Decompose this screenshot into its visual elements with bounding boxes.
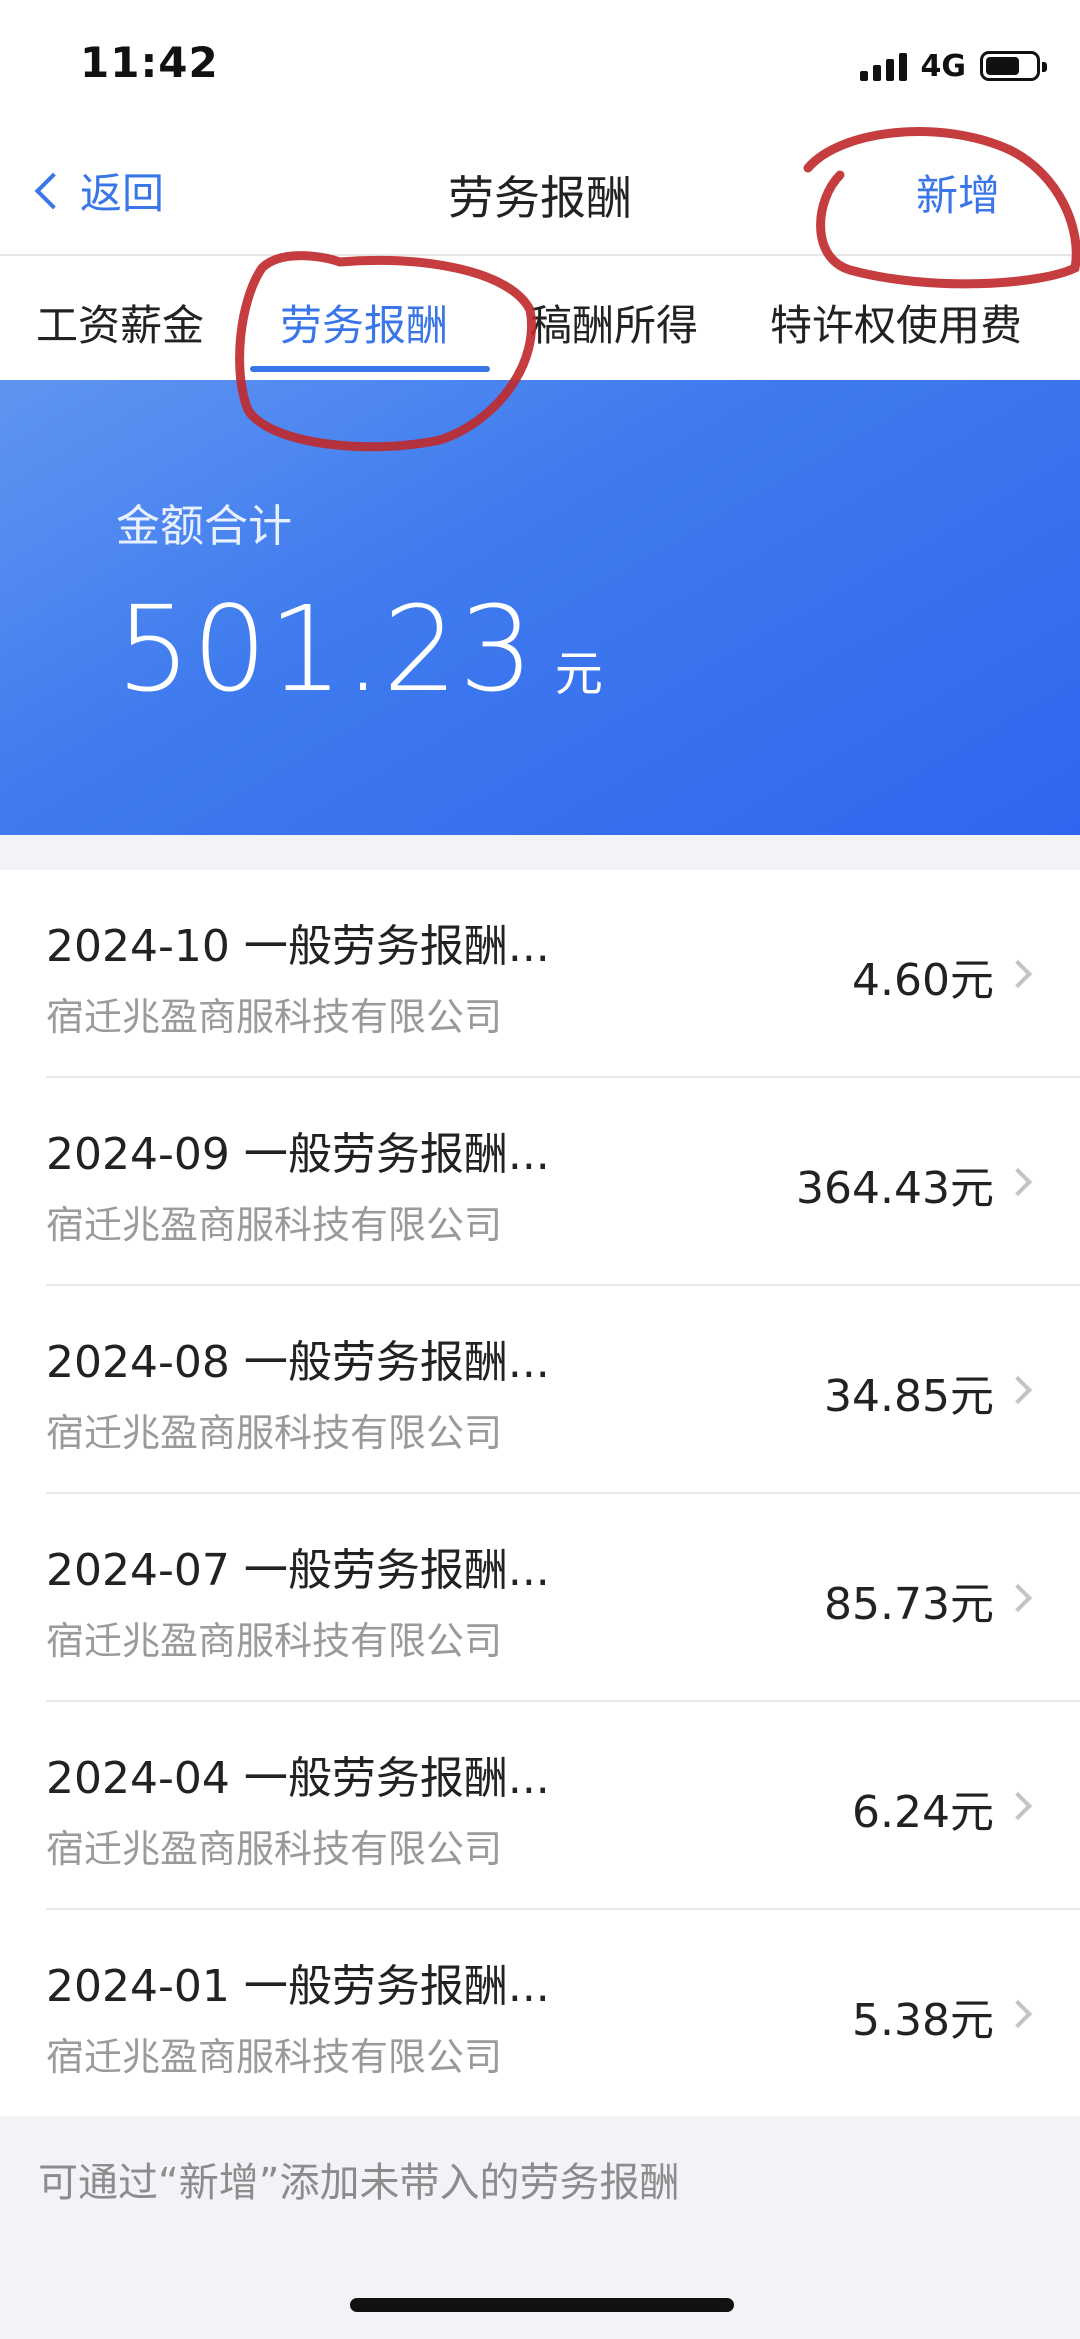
chevron-right-icon	[1003, 1375, 1033, 1405]
footer-hint: 可通过“新增”添加未带入的劳务报酬	[38, 2160, 680, 2206]
record-amount: 6.24元	[852, 1787, 994, 1838]
nav-bar: 返回 劳务报酬 新增	[0, 130, 1080, 256]
category-tabs: 工资薪金 劳务报酬 稿酬所得 特许权使用费	[0, 256, 1080, 380]
record-list: 2024-10 一般劳务报酬... 宿迁兆盈商服科技有限公司 4.60元 202…	[0, 870, 1080, 2116]
record-company: 宿迁兆盈商服科技有限公司	[46, 1827, 503, 1871]
record-company: 宿迁兆盈商服科技有限公司	[46, 1203, 503, 1247]
add-button[interactable]: 新增	[916, 162, 1000, 223]
record-title: 2024-01 一般劳务报酬...	[46, 1961, 550, 2012]
summary-value: 501.23	[116, 580, 535, 718]
record-amount: 5.38元	[852, 1995, 994, 2046]
tab-author-remuneration[interactable]: 稿酬所得	[530, 292, 698, 353]
status-icons: 4G	[859, 46, 1047, 86]
chevron-right-icon	[1003, 959, 1033, 989]
record-amount: 85.73元	[824, 1579, 994, 1630]
chevron-right-icon	[1003, 1583, 1033, 1613]
tab-royalties[interactable]: 特许权使用费	[770, 292, 1022, 353]
list-item[interactable]: 2024-08 一般劳务报酬... 宿迁兆盈商服科技有限公司 34.85元	[46, 1286, 1080, 1494]
list-item[interactable]: 2024-07 一般劳务报酬... 宿迁兆盈商服科技有限公司 85.73元	[46, 1494, 1080, 1702]
status-time: 11:42	[80, 38, 219, 87]
battery-icon	[980, 51, 1047, 81]
tab-labor-remuneration[interactable]: 劳务报酬	[280, 292, 448, 353]
record-title: 2024-09 一般劳务报酬...	[46, 1129, 550, 1180]
home-indicator	[350, 2298, 734, 2312]
summary-amount: 501.23 元	[116, 580, 603, 718]
summary-label: 金额合计	[116, 501, 292, 552]
chevron-right-icon	[1003, 1167, 1033, 1197]
signal-icon	[859, 51, 907, 81]
list-item[interactable]: 2024-10 一般劳务报酬... 宿迁兆盈商服科技有限公司 4.60元	[46, 870, 1080, 1078]
record-company: 宿迁兆盈商服科技有限公司	[46, 2035, 503, 2079]
summary-unit: 元	[554, 646, 603, 702]
record-amount: 34.85元	[824, 1371, 994, 1422]
network-type: 4G	[920, 48, 967, 84]
tab-salary[interactable]: 工资薪金	[36, 292, 204, 353]
record-company: 宿迁兆盈商服科技有限公司	[46, 1619, 503, 1663]
summary-banner: 金额合计 501.23 元	[0, 380, 1080, 835]
record-company: 宿迁兆盈商服科技有限公司	[46, 995, 503, 1039]
record-title: 2024-10 一般劳务报酬...	[46, 921, 550, 972]
record-title: 2024-04 一般劳务报酬...	[46, 1753, 550, 1804]
active-tab-indicator	[250, 366, 490, 372]
list-item[interactable]: 2024-09 一般劳务报酬... 宿迁兆盈商服科技有限公司 364.43元	[46, 1078, 1080, 1286]
record-title: 2024-08 一般劳务报酬...	[46, 1337, 550, 1388]
list-item[interactable]: 2024-04 一般劳务报酬... 宿迁兆盈商服科技有限公司 6.24元	[46, 1702, 1080, 1910]
chevron-right-icon	[1003, 1791, 1033, 1821]
chevron-right-icon	[1003, 1999, 1033, 2029]
record-title: 2024-07 一般劳务报酬...	[46, 1545, 550, 1596]
screen: 11:42 4G 返回 劳务报酬 新增 工资薪金 劳务报酬 稿酬所得 特许权使用…	[0, 0, 1080, 2339]
record-amount: 364.43元	[796, 1163, 994, 1214]
list-item[interactable]: 2024-01 一般劳务报酬... 宿迁兆盈商服科技有限公司 5.38元	[46, 1910, 1080, 2116]
record-company: 宿迁兆盈商服科技有限公司	[46, 1411, 503, 1455]
record-amount: 4.60元	[852, 955, 994, 1006]
status-bar: 11:42 4G	[0, 0, 1080, 130]
